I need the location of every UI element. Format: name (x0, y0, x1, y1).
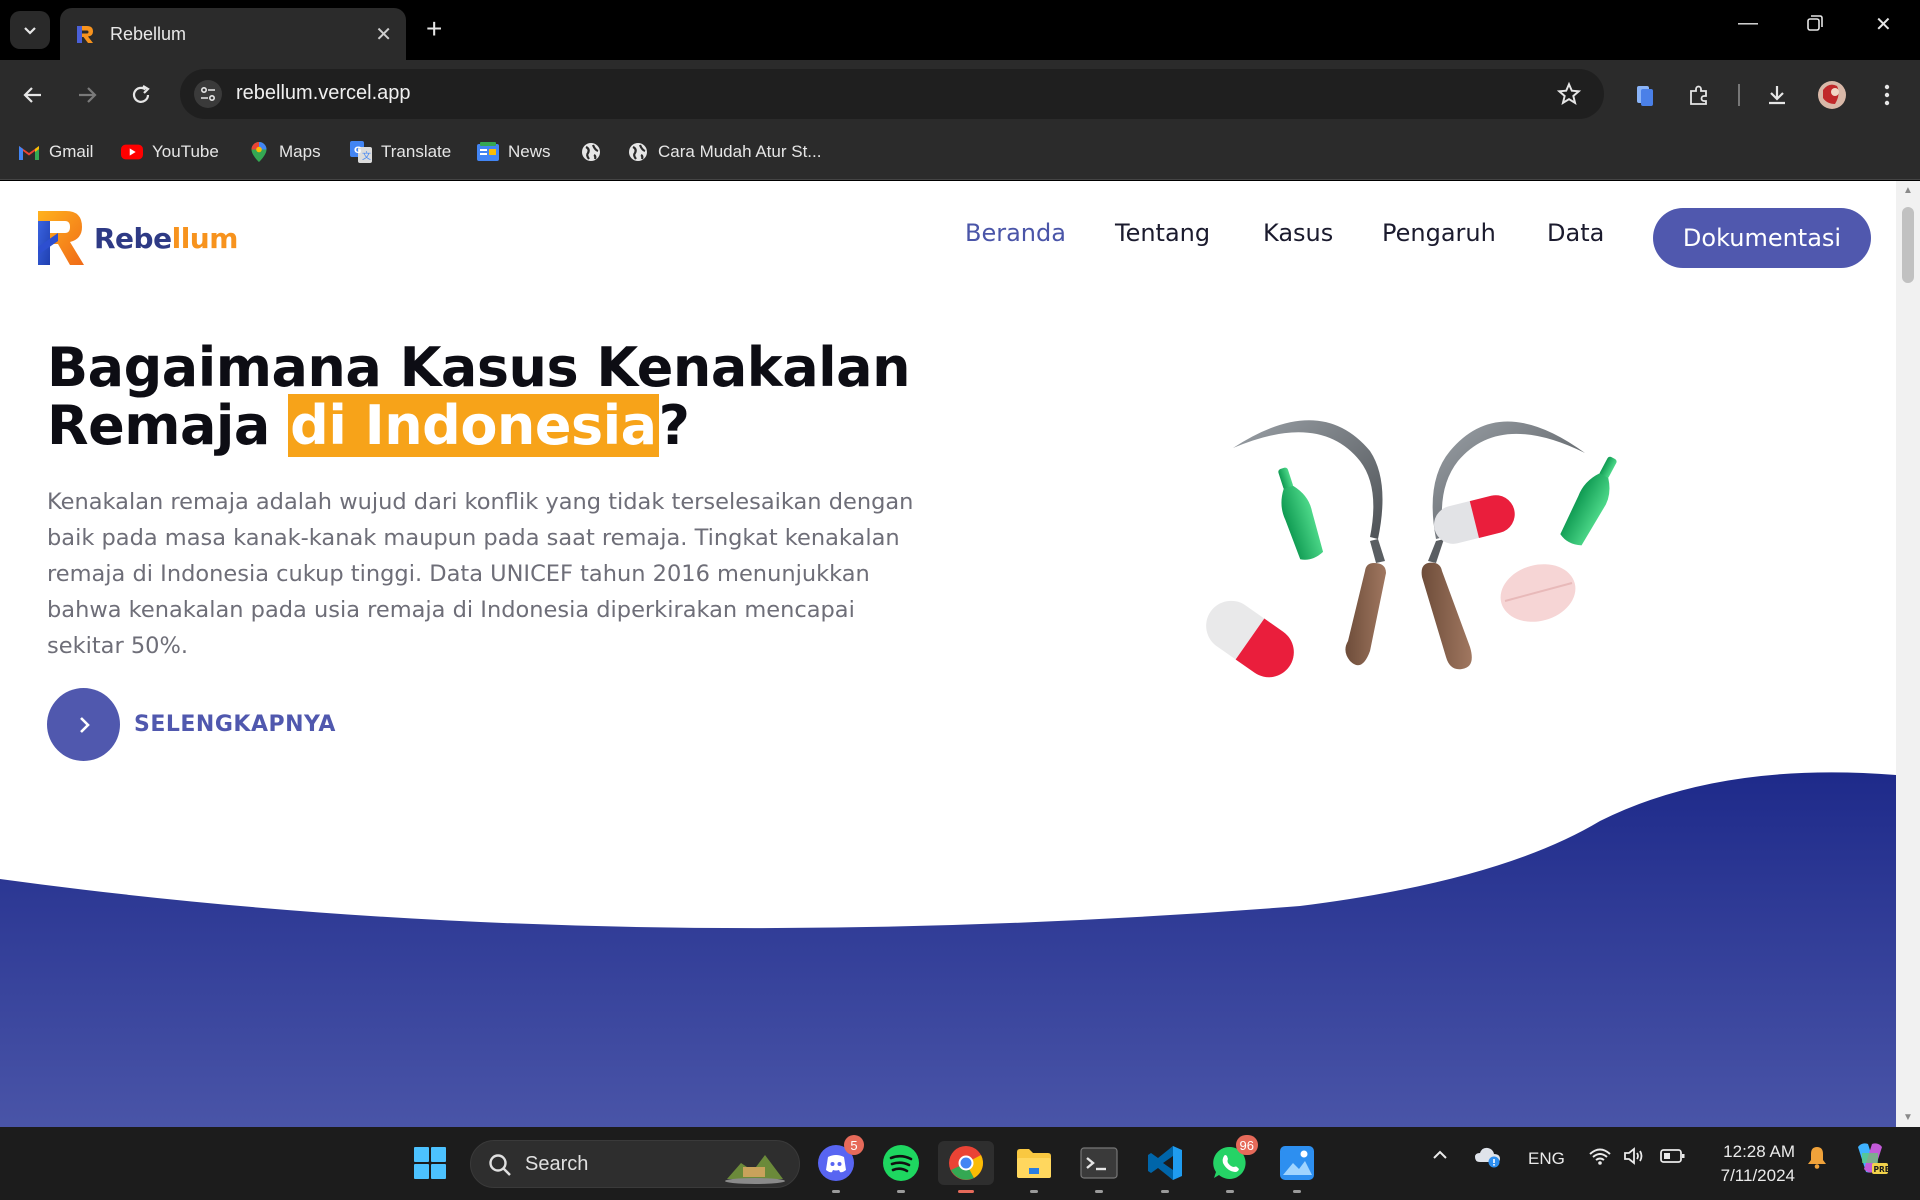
start-windows-icon[interactable] (408, 1141, 452, 1185)
pill-center (1434, 495, 1515, 544)
page-scrollbar[interactable]: ▲ ▼ (1896, 181, 1920, 1127)
tab-title: Rebellum (110, 23, 187, 44)
hero-description: Kenakalan remaja adalah wujud dari konfl… (47, 489, 914, 659)
bookmark-gmail[interactable]: Gmail (18, 141, 93, 163)
pill-left (1206, 600, 1294, 678)
site-logo-text: Rebellum (94, 221, 238, 255)
translate-icon: G文 (350, 141, 372, 163)
chevron-right-icon (79, 716, 90, 733)
close-window-icon[interactable]: ✕ (1875, 12, 1892, 37)
windows-taskbar: Search 5 96 ENG 12:28 AM 7/11/2024 PRE (0, 1127, 1920, 1200)
bottle-left (1278, 467, 1324, 560)
notification-bell-icon[interactable] (1806, 1145, 1828, 1174)
wifi-icon[interactable] (1588, 1146, 1612, 1171)
svg-text:文: 文 (362, 150, 371, 162)
taskbar-search[interactable]: Search (470, 1140, 800, 1188)
bookmark-cara-mudah[interactable]: Cara Mudah Atur St... (627, 141, 821, 163)
web-page: Rebellum Beranda Tentang Kasus Pengaruh … (0, 181, 1896, 1127)
hero-wave (0, 772, 1896, 1127)
nav-pengaruh[interactable]: Pengaruh (1382, 219, 1496, 247)
nav-tentang[interactable]: Tentang (1115, 219, 1210, 247)
extensions-puzzle-icon[interactable] (1682, 78, 1716, 112)
site-info-icon[interactable] (194, 80, 222, 108)
bookmark-maps[interactable]: Maps (248, 141, 321, 163)
new-tab-button[interactable]: + (426, 14, 442, 44)
language-indicator[interactable]: ENG (1528, 1149, 1565, 1169)
bookmark-news[interactable]: News (477, 141, 551, 163)
restore-icon[interactable] (1806, 14, 1824, 38)
bookmarks-bar: Gmail YouTube Maps G文 Translate News Car… (0, 130, 1920, 180)
dokumentasi-button[interactable]: Dokumentasi (1653, 208, 1871, 268)
file-explorer-icon[interactable] (1012, 1141, 1056, 1193)
globe-icon (580, 141, 602, 163)
minimize-icon[interactable]: — (1738, 12, 1758, 35)
tab-close-icon[interactable]: ✕ (375, 22, 392, 47)
copilot-icon[interactable]: PRE (1852, 1141, 1890, 1180)
site-logo[interactable]: Rebellum (34, 207, 238, 269)
selengkapnya-button[interactable]: SELENGKAPNYA (47, 688, 336, 761)
address-bar[interactable]: rebellum.vercel.app (180, 69, 1604, 119)
bookmark-youtube[interactable]: YouTube (121, 141, 219, 163)
maps-icon (248, 141, 270, 163)
rebellum-favicon-icon (77, 26, 93, 43)
news-icon (477, 141, 499, 163)
vscode-icon[interactable] (1143, 1141, 1187, 1193)
gmail-icon (18, 141, 40, 163)
tab-search-button[interactable] (10, 11, 50, 49)
nav-data[interactable]: Data (1547, 219, 1604, 247)
extension-docs-icon[interactable] (1628, 78, 1662, 112)
scroll-thumb[interactable] (1902, 207, 1914, 283)
system-clock[interactable]: 12:28 AM 7/11/2024 (1705, 1140, 1795, 1188)
chrome-icon[interactable] (938, 1141, 994, 1193)
chevron-down-icon (24, 27, 36, 35)
profile-avatar[interactable] (1815, 78, 1849, 112)
browser-menu-icon[interactable] (1870, 78, 1904, 112)
nav-kasus[interactable]: Kasus (1263, 219, 1333, 247)
search-highlight-icon (725, 1155, 785, 1184)
selengkapnya-label: SELENGKAPNYA (134, 712, 336, 737)
rebellum-logo-icon (38, 211, 84, 265)
nav-beranda[interactable]: Beranda (965, 219, 1066, 247)
whatsapp-badge: 96 (1235, 1135, 1258, 1155)
browser-toolbar: rebellum.vercel.app (0, 60, 1920, 130)
bookmark-star-icon[interactable] (1556, 81, 1582, 112)
photos-icon[interactable] (1275, 1141, 1319, 1193)
search-icon (489, 1154, 511, 1176)
svg-text:PRE: PRE (1874, 1165, 1889, 1174)
forward-icon[interactable] (70, 78, 104, 112)
volume-icon[interactable] (1622, 1146, 1646, 1171)
sickle-right (1421, 421, 1585, 670)
onedrive-icon[interactable] (1474, 1144, 1502, 1173)
browser-tab-active[interactable]: Rebellum ✕ (60, 8, 406, 60)
whatsapp-icon[interactable]: 96 (1208, 1135, 1258, 1193)
globe-icon (627, 141, 649, 163)
terminal-icon[interactable] (1077, 1141, 1121, 1193)
hero-title-highlight: di Indonesia (288, 394, 659, 457)
svg-text:G: G (354, 146, 361, 156)
youtube-icon (121, 141, 143, 163)
spotify-icon[interactable] (879, 1141, 923, 1193)
hero-illustration (1206, 420, 1617, 678)
hero-title: Bagaimana Kasus Kenakalan Remaja di Indo… (47, 336, 911, 457)
tray-chevron-up-icon[interactable] (1430, 1145, 1450, 1170)
discord-badge: 5 (844, 1135, 864, 1155)
scroll-down-icon[interactable]: ▼ (1903, 1112, 1913, 1123)
bookmark-translate[interactable]: G文 Translate (350, 141, 451, 163)
bookmark-globe[interactable] (580, 141, 611, 163)
toolbar-divider (1738, 84, 1740, 106)
discord-icon[interactable]: 5 (814, 1135, 864, 1193)
bottle-right (1560, 456, 1617, 546)
download-icon[interactable] (1760, 78, 1794, 112)
more-circle[interactable] (47, 688, 120, 761)
browser-tabstrip: Rebellum ✕ + — ✕ (0, 0, 1920, 60)
url-text: rebellum.vercel.app (236, 82, 411, 104)
reload-icon[interactable] (124, 78, 158, 112)
scroll-up-icon[interactable]: ▲ (1903, 185, 1913, 196)
battery-icon[interactable] (1660, 1147, 1686, 1170)
back-icon[interactable] (16, 78, 50, 112)
